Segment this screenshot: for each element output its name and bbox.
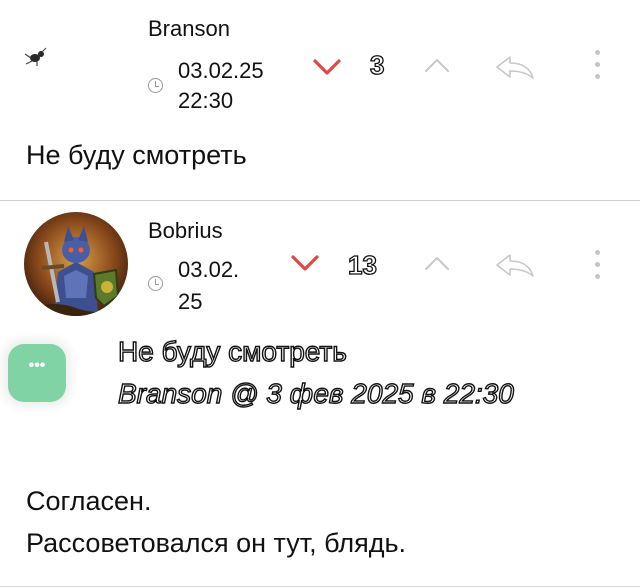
ellipsis-icon: ••• (28, 357, 46, 374)
comment-date: 03.02. (178, 257, 240, 282)
comment-date-year: 25 (178, 289, 203, 314)
reply-icon[interactable] (494, 252, 536, 278)
comment-divider (0, 200, 640, 202)
comments-page: Branson 03.02.25 22:30 3 Не буду смотрет… (0, 0, 640, 588)
comment-timestamp: 03.02. 25 (178, 254, 239, 318)
upvote-icon[interactable] (424, 58, 450, 73)
comment-text-line: Согласен. (26, 486, 152, 516)
quoted-text: Не буду смотреть (117, 335, 347, 367)
upvote-icon[interactable] (424, 256, 450, 271)
downvote-icon[interactable] (312, 58, 342, 76)
more-options-icon[interactable] (595, 50, 601, 82)
comment-timestamp: 03.02.25 22:30 (178, 56, 264, 116)
floating-menu-button[interactable]: ••• (8, 344, 66, 402)
comment-text: Согласен. Рассоветовался он тут, блядь. (26, 480, 406, 564)
comment-date: 03.02.25 (178, 58, 264, 83)
more-options-icon[interactable] (595, 250, 601, 282)
comment-score: 13 (347, 249, 377, 280)
downvote-icon[interactable] (290, 254, 320, 272)
reply-icon[interactable] (494, 54, 536, 80)
comment-time: 22:30 (178, 88, 234, 113)
comment-text-line: Рассоветовался он тут, блядь. (26, 528, 407, 558)
comment-author[interactable]: Bobrius (148, 218, 223, 244)
bug-avatar-icon[interactable] (22, 44, 48, 68)
quote-attribution[interactable]: Branson @ 3 фев 2025 в 22:30 (117, 377, 514, 410)
clock-icon (148, 78, 163, 93)
comment-author[interactable]: Branson (148, 16, 230, 42)
clock-icon (148, 276, 163, 291)
knight-avatar-image[interactable] (24, 212, 128, 316)
comment-score: 3 (369, 49, 385, 80)
bottom-divider (0, 586, 640, 588)
comment-text: Не буду смотреть (26, 140, 247, 170)
